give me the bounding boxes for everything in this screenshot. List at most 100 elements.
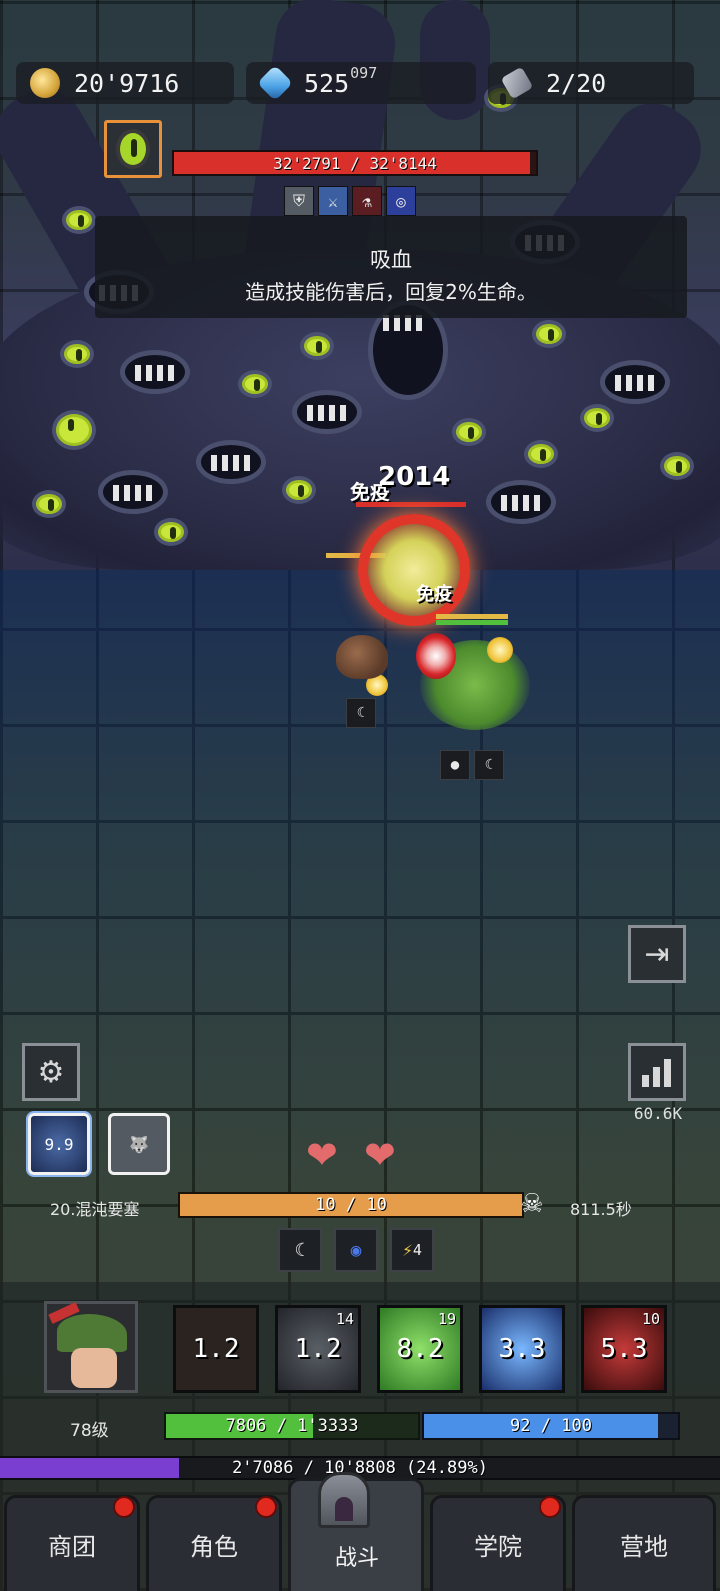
skill-tooltip: 吸血 造成技能伤害后，回复2%生命。 bbox=[95, 216, 687, 318]
gem-sup-value: 097 bbox=[350, 64, 378, 82]
boss-hp-text: 32'2791 / 32'8144 bbox=[273, 153, 437, 173]
skill-level-badge: 19 bbox=[437, 1310, 456, 1328]
skill-slot-3[interactable]: 19 8.2 bbox=[377, 1305, 463, 1393]
shield-icon[interactable]: ⛨ bbox=[284, 186, 314, 216]
enemy-hp-minibar bbox=[356, 502, 466, 507]
boss-skull-icon[interactable]: ☠ bbox=[514, 1189, 550, 1221]
pet-slot[interactable]: 9.9 bbox=[28, 1113, 90, 1175]
boss-eye bbox=[52, 410, 96, 450]
tab-label: 商团 bbox=[48, 1533, 96, 1561]
sword-icon[interactable]: ⚔ bbox=[318, 186, 348, 216]
blood-orb-effect bbox=[416, 633, 456, 679]
boss-eye bbox=[660, 452, 694, 480]
tooltip-title: 吸血 bbox=[370, 248, 412, 272]
key-value: 2/20 bbox=[546, 68, 607, 98]
key-counter[interactable]: 2/20 bbox=[488, 62, 694, 104]
black-hole-icon: ● bbox=[440, 750, 470, 780]
boss-eye-icon bbox=[116, 129, 150, 169]
buff-slot-claw[interactable]: ☾ bbox=[278, 1228, 322, 1272]
hero-energy-minibar bbox=[436, 614, 508, 619]
float-text-immune-2: 免疫 bbox=[416, 584, 452, 605]
tab-guild[interactable]: 商团 bbox=[4, 1495, 140, 1591]
boss-mouth bbox=[120, 350, 190, 394]
boss-eye bbox=[154, 518, 188, 546]
boss-eye bbox=[300, 332, 334, 360]
wave-text: 10 / 10 bbox=[315, 1195, 387, 1215]
claw-icon: ☾ bbox=[346, 698, 376, 728]
gem-value: 525 bbox=[304, 68, 350, 98]
blue-gem-icon bbox=[256, 64, 294, 102]
boss-portrait[interactable] bbox=[104, 120, 162, 178]
exit-button[interactable]: ⇥ bbox=[628, 925, 686, 983]
pet-sprite[interactable] bbox=[336, 635, 388, 679]
boss-mouth bbox=[600, 360, 670, 404]
claw-icon: ☾ bbox=[474, 750, 504, 780]
gold-counter[interactable]: 20'9716 bbox=[16, 62, 234, 104]
hero-portrait[interactable] bbox=[44, 1301, 138, 1393]
boss-eye bbox=[532, 320, 566, 348]
hero-minibar bbox=[436, 620, 508, 625]
tab-character[interactable]: 角色 bbox=[146, 1495, 282, 1591]
hero-face bbox=[71, 1348, 117, 1388]
boss-mouth bbox=[292, 390, 362, 434]
boss-hp-bar: 32'2791 / 32'8144 bbox=[172, 150, 538, 176]
boss-eye bbox=[62, 206, 96, 234]
boss-mouth bbox=[196, 440, 266, 484]
skill-cooldown: 1.2 bbox=[294, 1334, 342, 1364]
hero-hp-bar: 7806 / 1'3333 bbox=[164, 1412, 420, 1440]
hero-mp-bar: 92 / 100 bbox=[422, 1412, 680, 1440]
skill-cooldown: 1.2 bbox=[192, 1334, 240, 1364]
gem-counter[interactable]: 525 097 bbox=[246, 62, 476, 104]
skill-slot-2[interactable]: 14 1.2 bbox=[275, 1305, 361, 1393]
skill-slot-1[interactable]: 1.2 bbox=[173, 1305, 259, 1393]
skill-slot-5[interactable]: 10 5.3 bbox=[581, 1305, 667, 1393]
boss-eye bbox=[452, 418, 486, 446]
wolf-icon: 🐺 bbox=[129, 1134, 149, 1154]
potion-icon[interactable]: ⚗ bbox=[352, 186, 382, 216]
boss-eye bbox=[282, 476, 316, 504]
notification-dot bbox=[113, 1496, 135, 1518]
settings-button[interactable]: ⚙ bbox=[22, 1043, 80, 1101]
tab-label: 学院 bbox=[474, 1533, 522, 1561]
tab-academy[interactable]: 学院 bbox=[430, 1495, 566, 1591]
tab-camp[interactable]: 营地 bbox=[572, 1495, 716, 1591]
boss-eye bbox=[60, 340, 94, 368]
vortex-icon[interactable]: ◎ bbox=[386, 186, 416, 216]
lightning-icon: ⚡ bbox=[402, 1239, 413, 1261]
stone-key-icon bbox=[500, 66, 534, 100]
boss-eye bbox=[238, 370, 272, 398]
exit-icon: ⇥ bbox=[644, 937, 670, 971]
buff-slot-blackhole[interactable]: ◉ bbox=[334, 1228, 378, 1272]
dps-value: 60.6K bbox=[633, 1104, 683, 1123]
wave-progress-bar: 10 / 10 bbox=[178, 1192, 524, 1218]
heart-icon: ❤ bbox=[306, 1133, 338, 1177]
skill-level-badge: 14 bbox=[335, 1310, 354, 1328]
boss-eye bbox=[580, 404, 614, 432]
stats-button[interactable] bbox=[628, 1043, 686, 1101]
gear-icon: ⚙ bbox=[37, 1055, 65, 1089]
boss-mouth bbox=[98, 470, 168, 514]
mount-slot[interactable]: 🐺 bbox=[108, 1113, 170, 1175]
energy-orb bbox=[487, 637, 513, 663]
tab-label: 营地 bbox=[620, 1533, 668, 1561]
skill-level-badge: 10 bbox=[641, 1310, 660, 1328]
skill-slot-4[interactable]: 3.3 bbox=[479, 1305, 565, 1393]
gold-coin-icon bbox=[30, 68, 60, 98]
tab-label: 战斗 bbox=[334, 1546, 379, 1571]
boss-mouth bbox=[486, 480, 556, 524]
notification-dot bbox=[255, 1496, 277, 1518]
buff-slot-lightning[interactable]: ⚡ 4 bbox=[390, 1228, 434, 1272]
tab-label: 角色 bbox=[190, 1533, 238, 1561]
bar-chart-icon bbox=[642, 1059, 671, 1087]
boss-skill-list: ⛨ ⚔ ⚗ ◎ bbox=[284, 186, 416, 216]
heart-icon: ❤ bbox=[364, 1133, 396, 1177]
skill-cooldown: 3.3 bbox=[498, 1334, 546, 1364]
claw-icon: ☾ bbox=[294, 1239, 306, 1261]
gold-value: 20'9716 bbox=[74, 68, 180, 98]
boss-eye bbox=[32, 490, 66, 518]
notification-dot bbox=[539, 1496, 561, 1518]
float-damage-number: 2014 bbox=[378, 462, 451, 492]
pet-slot-value: 9.9 bbox=[44, 1134, 74, 1154]
skill-cooldown: 5.3 bbox=[600, 1334, 648, 1364]
stage-name: 20.混沌要塞 bbox=[50, 1200, 140, 1219]
